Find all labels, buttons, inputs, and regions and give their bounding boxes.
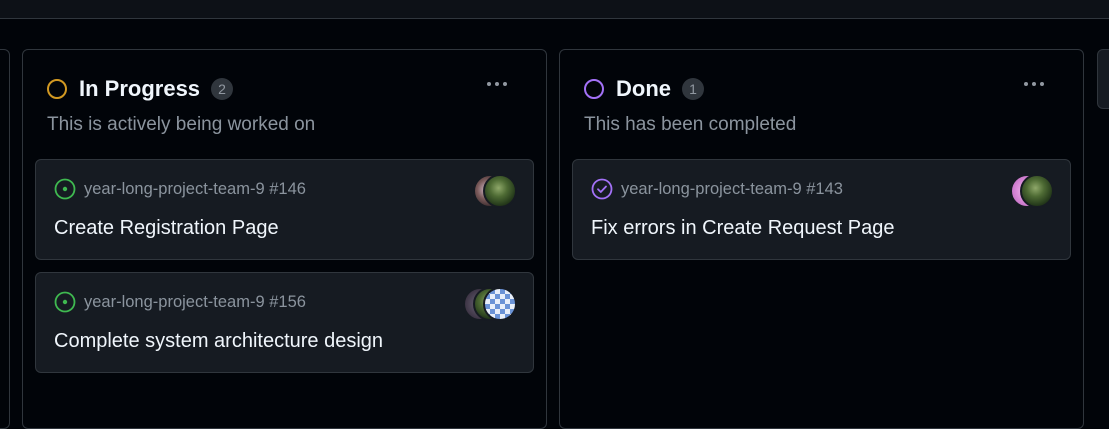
assignee-avatars[interactable] — [473, 174, 517, 208]
issue-opened-icon — [54, 178, 76, 200]
board-column-in-progress: In Progress 2 This is actively being wor… — [22, 49, 547, 429]
card-title-link[interactable]: Fix errors in Create Request Page — [591, 217, 894, 240]
avatar[interactable] — [483, 174, 517, 208]
card-repo: year-long-project-team-9 — [84, 292, 265, 311]
issue-card[interactable]: year-long-project-team-9 #146 Create Reg… — [35, 159, 534, 260]
card-repo: year-long-project-team-9 — [621, 179, 802, 198]
kebab-horizontal-icon — [487, 82, 491, 86]
column-header: Done 1 — [584, 74, 1063, 104]
status-circle-icon — [47, 79, 67, 99]
card-meta: year-long-project-team-9 #156 — [54, 291, 306, 313]
column-title: Done — [616, 76, 671, 101]
avatar[interactable] — [1020, 174, 1054, 208]
card-title-link[interactable]: Create Registration Page — [54, 217, 279, 240]
column-title: In Progress — [79, 76, 201, 101]
item-count-badge: 1 — [682, 78, 704, 100]
kebab-horizontal-icon — [1024, 82, 1028, 86]
card-meta: year-long-project-team-9 #143 — [591, 178, 843, 200]
board-column-previous — [0, 49, 10, 429]
column-description: This has been completed — [584, 114, 797, 135]
card-number: #146 — [269, 179, 306, 198]
column-description: This is actively being worked on — [47, 114, 316, 135]
top-bar — [0, 0, 1109, 19]
card-title-link[interactable]: Complete system architecture design — [54, 330, 383, 353]
board-column-done: Done 1 This has been completed year-long… — [559, 49, 1084, 429]
board-column-next — [1097, 49, 1109, 109]
card-number: #156 — [269, 292, 306, 311]
card-number: #143 — [806, 179, 843, 198]
column-more-options-button[interactable] — [480, 70, 514, 98]
assignee-avatars[interactable] — [463, 287, 517, 321]
column-more-options-button[interactable] — [1017, 70, 1051, 98]
status-circle-icon — [584, 79, 604, 99]
column-header: In Progress 2 — [47, 74, 526, 104]
card-meta: year-long-project-team-9 #146 — [54, 178, 306, 200]
item-count-badge: 2 — [211, 78, 234, 100]
card-repo: year-long-project-team-9 — [84, 179, 265, 198]
avatar[interactable] — [483, 287, 517, 321]
issue-card[interactable]: year-long-project-team-9 #143 Fix errors… — [572, 159, 1071, 260]
issue-card[interactable]: year-long-project-team-9 #156 Complete s… — [35, 272, 534, 373]
assignee-avatars[interactable] — [1010, 174, 1054, 208]
issue-closed-icon — [591, 178, 613, 200]
issue-opened-icon — [54, 291, 76, 313]
